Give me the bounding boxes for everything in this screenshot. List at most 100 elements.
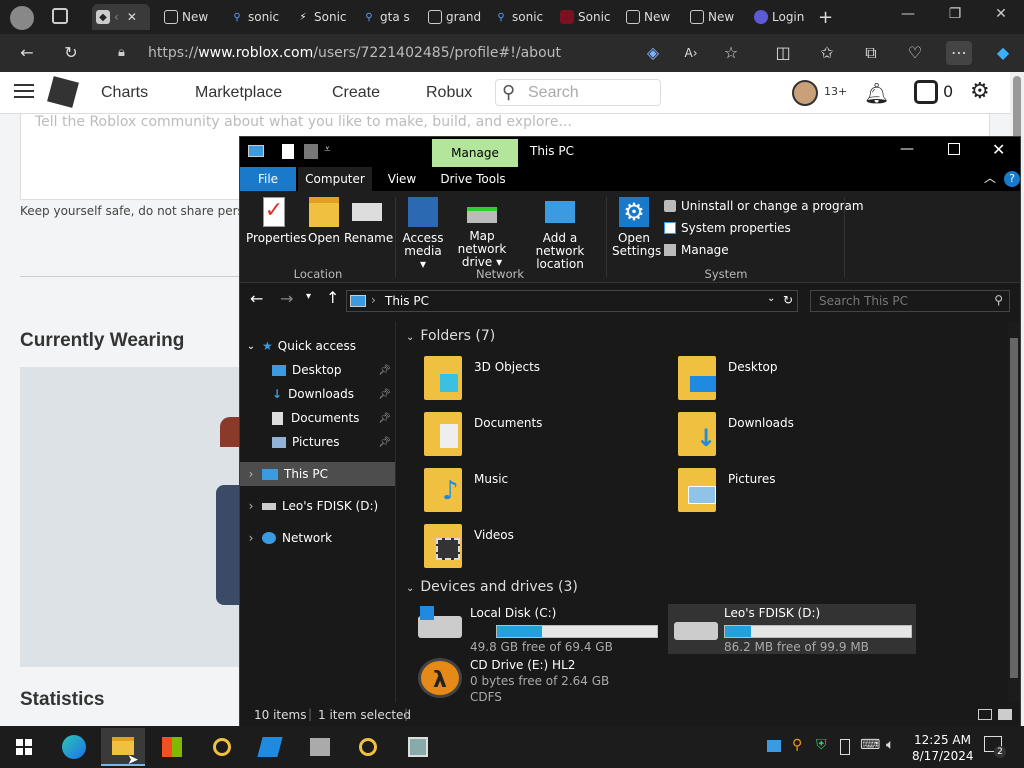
- tab-new-3[interactable]: New: [686, 4, 746, 30]
- folder-documents[interactable]: Documents: [424, 412, 664, 462]
- customize-quick-access-icon[interactable]: ⩡: [324, 142, 331, 157]
- minimize-icon[interactable]: —: [893, 6, 923, 28]
- taskbar-app-ring-2[interactable]: [346, 728, 390, 766]
- roblox-logo-icon[interactable]: [47, 76, 79, 108]
- new-tab-button[interactable]: +: [814, 4, 844, 30]
- recent-locations-icon[interactable]: ▾: [306, 291, 311, 302]
- tab-sonic-game[interactable]: Sonic: [556, 4, 616, 30]
- address-dropdown-icon[interactable]: ⌄: [767, 293, 775, 304]
- clock-date[interactable]: 8/17/2024: [912, 749, 974, 763]
- sidebar-item-network[interactable]: › Network: [240, 526, 395, 550]
- up-arrow-icon[interactable]: ↑: [326, 288, 339, 307]
- drive-d[interactable]: Leo's FDISK (D:) 86.2 MB free of 99.9 MB: [668, 604, 916, 654]
- chevron-right-icon[interactable]: ›: [240, 531, 262, 545]
- restore-icon[interactable]: ❐: [940, 6, 970, 28]
- taskbar-edge[interactable]: [52, 728, 96, 766]
- profile-avatar[interactable]: [10, 6, 34, 30]
- tab-actions-icon[interactable]: [52, 8, 68, 24]
- tag-icon[interactable]: ◈: [640, 41, 666, 65]
- tray-search-icon[interactable]: ⚲: [792, 737, 802, 753]
- tray-network-icon[interactable]: ⌨: [860, 737, 880, 753]
- devices-group-header[interactable]: ⌄ Devices and drives (3): [406, 579, 578, 595]
- clock-time[interactable]: 12:25 AM: [914, 733, 971, 747]
- properties-quick-icon[interactable]: [282, 144, 294, 159]
- start-button[interactable]: [2, 728, 46, 766]
- notification-bell-icon[interactable]: 🔔︎: [864, 81, 889, 105]
- tray-monitor-icon[interactable]: [767, 740, 781, 752]
- chevron-down-icon[interactable]: ⌄: [240, 341, 262, 352]
- taskbar-store[interactable]: [150, 728, 194, 766]
- url-field[interactable]: 🔒︎ https://www.roblox.com/users/72214024…: [108, 39, 768, 67]
- maximize-icon[interactable]: [948, 143, 960, 155]
- scrollbar-thumb[interactable]: [1010, 338, 1018, 678]
- sidebar-item-desktop[interactable]: Desktop 📌︎: [240, 358, 395, 382]
- new-folder-quick-icon[interactable]: [304, 144, 318, 159]
- back-icon[interactable]: ←: [14, 41, 40, 65]
- add-network-location-button[interactable]: Add a network location: [520, 195, 600, 271]
- nav-marketplace[interactable]: Marketplace: [195, 72, 282, 114]
- tab-new-2[interactable]: New: [622, 4, 682, 30]
- tab-search-sonic-2[interactable]: ⚲ sonic: [490, 4, 550, 30]
- taskbar-app-installer[interactable]: [396, 728, 440, 766]
- manage-tab[interactable]: Manage: [432, 139, 518, 167]
- back-arrow-icon[interactable]: ←: [250, 289, 263, 308]
- folder-desktop[interactable]: Desktop: [678, 356, 918, 406]
- sidebar-item-documents[interactable]: Documents 📌︎: [240, 406, 395, 430]
- large-icons-view-icon[interactable]: [998, 709, 1012, 720]
- tab-roblox[interactable]: ◆ ‹ ✕: [92, 4, 150, 30]
- sidebar-item-quick-access[interactable]: ⌄ ★ Quick access: [240, 334, 395, 358]
- sidebar-item-pictures[interactable]: Pictures 📌︎: [240, 430, 395, 454]
- collapse-ribbon-icon[interactable]: ︿: [984, 169, 996, 186]
- robux-icon[interactable]: [914, 80, 938, 104]
- refresh-icon[interactable]: ↻: [783, 293, 793, 307]
- tab-view[interactable]: View: [380, 167, 424, 191]
- collections-icon[interactable]: ⧉: [858, 41, 884, 65]
- tab-grand[interactable]: grand: [424, 4, 484, 30]
- nav-create[interactable]: Create: [332, 72, 380, 114]
- folder-music[interactable]: ♪ Music: [424, 468, 664, 518]
- content-scrollbar[interactable]: [1008, 322, 1020, 702]
- tray-volume-icon[interactable]: 🔈︎: [886, 737, 894, 753]
- taskbar-roblox-studio[interactable]: [248, 728, 292, 766]
- chevron-right-icon[interactable]: ›: [240, 467, 262, 481]
- open-button[interactable]: Open: [306, 195, 342, 245]
- nav-robux[interactable]: Robux: [426, 72, 472, 114]
- drive-e[interactable]: λ CD Drive (E:) HL2 0 bytes free of 2.64…: [414, 656, 660, 704]
- sidebar-item-this-pc[interactable]: › This PC: [240, 462, 395, 486]
- open-settings-button[interactable]: ⚙ Open Settings: [612, 195, 661, 258]
- system-properties-button[interactable]: System properties: [664, 219, 791, 237]
- settings-gear-icon[interactable]: ⚙: [970, 79, 990, 104]
- refresh-icon[interactable]: ↻: [58, 41, 84, 65]
- map-network-drive-button[interactable]: Map network drive ▾: [446, 195, 518, 269]
- tray-defender-icon[interactable]: ⛨: [816, 737, 827, 753]
- folder-videos[interactable]: Videos: [424, 524, 664, 574]
- close-icon[interactable]: ✕: [127, 10, 137, 24]
- tab-login[interactable]: Login: [750, 4, 810, 30]
- read-aloud-icon[interactable]: A›: [678, 41, 704, 65]
- favorite-star-icon[interactable]: ☆: [718, 41, 744, 65]
- split-screen-icon[interactable]: ◫: [770, 41, 796, 65]
- address-field[interactable]: › This PC ⌄ ↻: [346, 290, 798, 312]
- tab-new-1[interactable]: New: [160, 4, 220, 30]
- tab-search-gta[interactable]: ⚲ gta s: [358, 4, 418, 30]
- tab-computer[interactable]: Computer: [298, 167, 372, 191]
- uninstall-program-button[interactable]: Uninstall or change a program: [664, 197, 864, 215]
- copilot-icon[interactable]: ◆: [990, 41, 1016, 65]
- avatar[interactable]: [792, 80, 818, 106]
- more-menu-icon[interactable]: ⋯: [946, 41, 972, 65]
- roblox-search-input[interactable]: ⚲ Search: [495, 79, 661, 106]
- tab-search-sonic[interactable]: ⚲ sonic: [226, 4, 286, 30]
- tab-drive-tools[interactable]: Drive Tools: [436, 167, 510, 191]
- taskbar-app-gray[interactable]: [298, 728, 342, 766]
- folders-group-header[interactable]: ⌄ Folders (7): [406, 328, 495, 344]
- forward-arrow-icon[interactable]: →: [280, 289, 293, 308]
- properties-button[interactable]: ✓ Properties: [246, 195, 307, 245]
- manage-button[interactable]: Manage: [664, 241, 729, 259]
- details-view-icon[interactable]: [978, 709, 992, 720]
- tab-file[interactable]: File: [240, 167, 296, 191]
- folder-downloads[interactable]: ↓ Downloads: [678, 412, 918, 462]
- access-media-button[interactable]: Access media ▾: [400, 195, 446, 271]
- close-icon[interactable]: ✕: [992, 140, 1005, 159]
- close-window-icon[interactable]: ✕: [986, 6, 1016, 28]
- taskbar-app-ring-1[interactable]: [200, 728, 244, 766]
